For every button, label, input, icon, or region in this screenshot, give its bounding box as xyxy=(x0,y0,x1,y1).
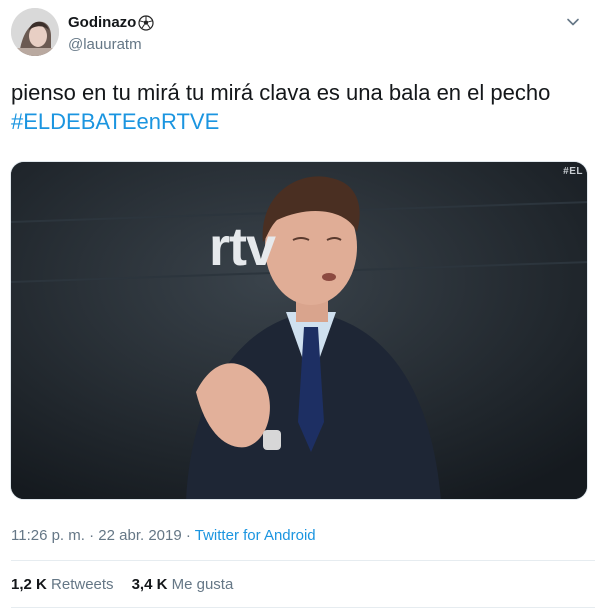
media-image xyxy=(11,162,587,499)
media-watermark: #EL xyxy=(563,166,583,177)
meta-separator: · xyxy=(181,527,195,544)
tweet: Godinazo @lauuratm pienso en tu mirá tu … xyxy=(0,0,595,608)
divider xyxy=(11,560,595,561)
avatar[interactable] xyxy=(11,8,59,56)
name-row: Godinazo xyxy=(68,14,154,31)
likes-label: Me gusta xyxy=(171,576,234,593)
media-logo: rtv xyxy=(209,217,276,277)
tweet-stats: 1,2 K Retweets 3,4 K Me gusta xyxy=(11,576,233,593)
retweets-stat[interactable]: 1,2 K Retweets xyxy=(11,576,114,593)
retweets-label: Retweets xyxy=(51,576,114,593)
hashtag-link[interactable]: #ELDEBATEenRTVE xyxy=(11,107,219,136)
user-handle[interactable]: @lauuratm xyxy=(68,36,142,53)
tweet-meta: 11:26 p. m. · 22 abr. 2019 · Twitter for… xyxy=(11,527,316,544)
likes-stat[interactable]: 3,4 K Me gusta xyxy=(132,576,234,593)
retweets-count: 1,2 K xyxy=(11,576,47,593)
tweet-text: pienso en tu mirá tu mirá clava es una b… xyxy=(11,80,551,105)
meta-separator: · xyxy=(84,527,99,544)
soccer-ball-icon xyxy=(138,14,154,31)
tweet-media[interactable]: #EL rtv xyxy=(10,161,588,500)
tweet-client-link[interactable]: Twitter for Android xyxy=(195,527,316,544)
likes-count: 3,4 K xyxy=(131,576,168,593)
tweet-date[interactable]: 22 abr. 2019 xyxy=(98,527,181,544)
display-name[interactable]: Godinazo xyxy=(68,14,136,31)
tweet-time[interactable]: 11:26 p. m. xyxy=(11,527,85,544)
chevron-down-icon[interactable] xyxy=(565,14,581,30)
avatar-image xyxy=(11,8,59,56)
